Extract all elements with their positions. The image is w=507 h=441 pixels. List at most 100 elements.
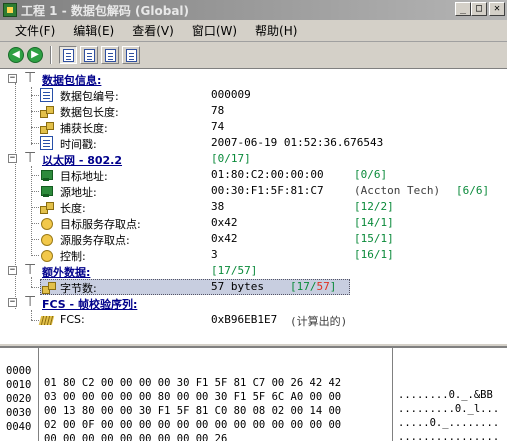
blocks-icon (40, 120, 54, 134)
menu-window[interactable]: 窗口(W) (183, 22, 246, 39)
title-bar: 工程 1 - 数据包解码 (Global) _ □ ✕ (0, 0, 507, 20)
window-controls: _ □ ✕ (455, 2, 505, 16)
close-button[interactable]: ✕ (489, 2, 505, 16)
hex-row[interactable]: 0010 03 00 00 00 00 00 80 00 00 30 F1 5F… (0, 367, 507, 415)
maximize-button[interactable]: □ (471, 2, 487, 16)
list-view-icon (125, 48, 137, 62)
field-label: 数据包编号: (60, 90, 119, 103)
field-value: 74 (211, 120, 225, 133)
field-label: 源地址: (60, 186, 97, 199)
menu-file[interactable]: 文件(F) (6, 22, 64, 39)
blocks-icon (42, 280, 56, 294)
blocks-icon (40, 104, 54, 118)
tree-node-fcs[interactable]: − FCS - 帧校验序列: (0, 294, 507, 311)
byte-range: [17/57] (290, 280, 336, 293)
hex-bytes: 00 00 00 00 00 00 00 00 00 26 (44, 433, 228, 441)
vendor-name: (Accton Tech) (354, 184, 441, 197)
tree-connector (31, 320, 39, 321)
hex-row[interactable]: 0040 00 00 00 00 00 00 00 00 00 26 .....… (0, 409, 507, 441)
byte-range: [17/57] (211, 264, 258, 277)
tree-connector (31, 223, 39, 224)
tree-field-row[interactable]: FCS: 0xB96EB1E7 (计算出的) (0, 312, 507, 328)
tree-connector (31, 127, 39, 128)
hex-row[interactable]: 0000 01 80 C2 00 00 00 00 30 F1 5F 81 C7… (0, 353, 507, 401)
hex-row[interactable]: 0030 02 00 0F 00 00 00 00 00 00 00 00 00… (0, 395, 507, 441)
menu-help[interactable]: 帮助(H) (246, 22, 306, 39)
tree-field-row[interactable]: 捕获长度: 74 (0, 119, 507, 135)
tree-field-row[interactable]: 时间戳: 2007-06-19 01:52:36.676543 (0, 135, 507, 151)
tree-connector (31, 255, 39, 256)
field-value: 0xB96EB1E7 (211, 313, 278, 326)
view-list-button[interactable] (122, 46, 140, 64)
section-title: 以太网 - 802.2 (42, 154, 123, 167)
document-icon (40, 136, 53, 150)
tree-field-row[interactable]: 数据包编号: 000009 (0, 87, 507, 103)
field-label: 字节数: (60, 282, 97, 295)
field-value: 57 bytes (211, 280, 264, 293)
tree-connector (31, 191, 39, 192)
document-icon (40, 88, 53, 102)
field-value: 000009 (211, 88, 251, 101)
byte-range: [0/6] (354, 168, 388, 181)
tree-field-row[interactable]: 源地址: 00:30:F1:5F:81:C7 (Accton Tech) [6/… (0, 183, 507, 199)
tree-node-ethernet[interactable]: − 以太网 - 802.2 [0/17] (0, 150, 507, 167)
field-label: 捕获长度: (60, 122, 108, 135)
field-value: 0x42 (211, 216, 238, 229)
app-icon (3, 3, 17, 17)
hex-offset: 0040 (6, 421, 32, 433)
byte-range: [15/1] (354, 232, 394, 245)
protocol-gate-icon (24, 294, 38, 310)
protocol-gate-icon (24, 150, 38, 166)
field-value: 38 (211, 200, 225, 213)
field-dot-icon (40, 232, 54, 246)
range-suffix: ] (329, 280, 337, 293)
computed-note: (计算出的) (290, 315, 348, 328)
back-arrow-icon[interactable]: ◀ (8, 47, 24, 63)
tree-connector (31, 143, 39, 144)
tree-connector (31, 207, 39, 208)
view-tree-button[interactable] (59, 46, 77, 64)
range-prefix: [17/ (290, 280, 317, 293)
byte-range: [14/1] (354, 216, 394, 229)
toolbar: ◀ ▶ (0, 43, 507, 67)
collapse-toggle-icon[interactable]: − (8, 74, 17, 83)
field-value: 2007-06-19 01:52:36.676543 (211, 136, 384, 149)
collapse-toggle-icon[interactable]: − (8, 266, 17, 275)
view-hex-button[interactable] (80, 46, 98, 64)
section-title: 额外数据: (42, 266, 91, 279)
field-label: 时间戳: (60, 138, 97, 151)
tree-field-row[interactable]: 长度: 38 [12/2] (0, 199, 507, 215)
tree-field-row-selected[interactable]: 字节数: 57 bytes [17/57] (0, 279, 507, 295)
hex-view-icon (83, 48, 95, 62)
collapse-toggle-icon[interactable]: − (8, 298, 17, 307)
tree-field-row[interactable]: 数据包长度: 78 (0, 103, 507, 119)
view-both-button[interactable] (101, 46, 119, 64)
protocol-gate-icon (24, 262, 38, 278)
field-value: 0x42 (211, 232, 238, 245)
menu-edit[interactable]: 编辑(E) (64, 22, 123, 39)
menu-view[interactable]: 查看(V) (123, 22, 183, 39)
tree-field-row[interactable]: 目标服务存取点: 0x42 [14/1] (0, 215, 507, 231)
byte-range: [0/17] (211, 152, 251, 165)
network-address-icon (40, 168, 54, 182)
tree-field-row[interactable]: 控制: 3 [16/1] (0, 247, 507, 263)
field-label: FCS: (60, 313, 85, 326)
tree-node-extra-data[interactable]: − 额外数据: [17/57] (0, 262, 507, 279)
field-value: 01:80:C2:00:00:00 (211, 168, 324, 181)
field-label: 数据包长度: (60, 106, 119, 119)
protocol-gate-icon (24, 70, 38, 86)
tree-connector (31, 239, 39, 240)
tree-field-row[interactable]: 源服务存取点: 0x42 [15/1] (0, 231, 507, 247)
tree-node-packet-info[interactable]: − 数据包信息: (0, 70, 507, 87)
hex-dump-panel[interactable]: 0000 01 80 C2 00 00 00 00 30 F1 5F 81 C7… (0, 346, 507, 441)
tree-field-row[interactable]: 目标地址: 01:80:C2:00:00:00 [0/6] (0, 167, 507, 183)
decode-view-icon (62, 48, 74, 62)
collapse-toggle-icon[interactable]: − (8, 154, 17, 163)
network-address-icon (40, 184, 54, 198)
hex-row[interactable]: 0020 00 13 80 00 00 30 F1 5F 81 C0 80 08… (0, 381, 507, 429)
forward-arrow-icon[interactable]: ▶ (27, 47, 43, 63)
minimize-button[interactable]: _ (455, 2, 471, 16)
tree-connector (31, 287, 39, 288)
byte-range: [6/6] (456, 184, 490, 197)
window-title: 工程 1 - 数据包解码 (Global) (21, 3, 190, 18)
